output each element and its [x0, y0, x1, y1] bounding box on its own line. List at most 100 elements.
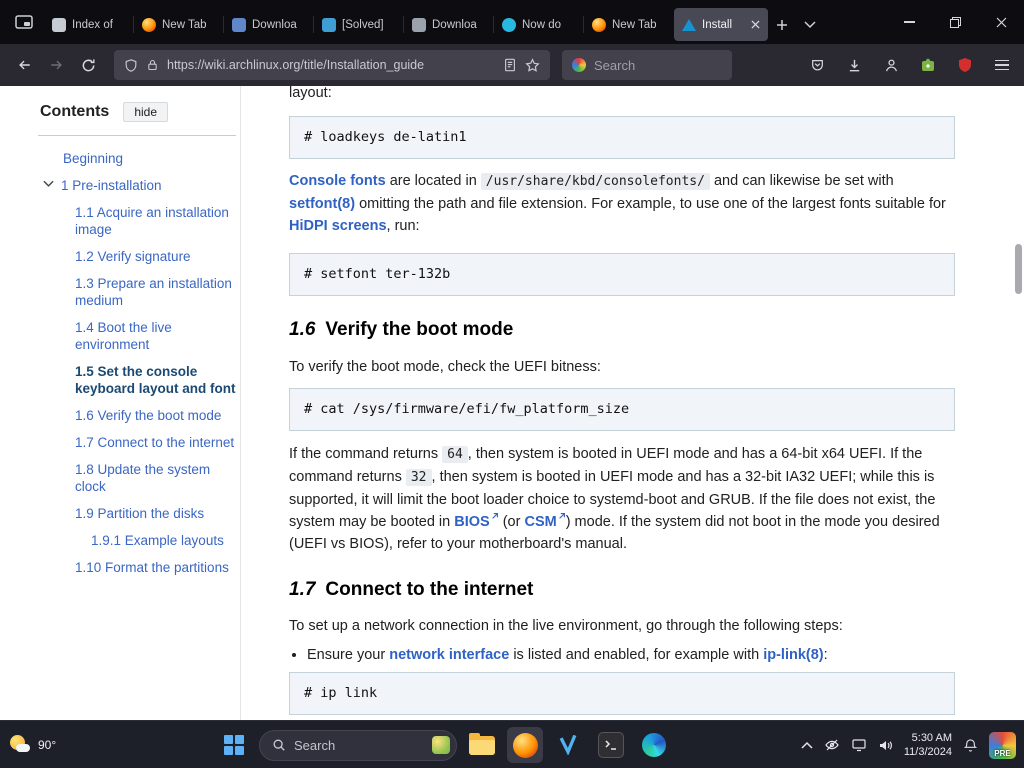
link-ip-link[interactable]: ip-link(8) — [763, 647, 823, 663]
tab-installation-guide-active[interactable]: Install — [674, 8, 768, 41]
tab-close-icon[interactable] — [751, 20, 760, 29]
text: , run: — [386, 218, 420, 234]
link-setfont[interactable]: setfont(8) — [289, 196, 355, 212]
tab-solved[interactable]: [Solved] — [313, 8, 404, 41]
firefox-view-icon — [15, 15, 33, 29]
windows-taskbar: 90° Search 5:30 AM 11/3/2024 PRE — [0, 720, 1024, 768]
tab-new-tab-2[interactable]: New Tab — [583, 8, 674, 41]
toc-item-1-9[interactable]: 1.9 Partition the disks — [38, 505, 236, 522]
text: : — [823, 647, 828, 663]
minimize-icon — [903, 21, 915, 23]
toc-item-1-6[interactable]: 1.6 Verify the boot mode — [38, 407, 236, 424]
start-button[interactable] — [216, 727, 252, 763]
toc-item-1-9-1[interactable]: 1.9.1 Example layouts — [38, 532, 236, 549]
browser-tab-bar: Index of New Tab Downloa [Solved] Downlo… — [0, 0, 1024, 44]
toc-item-1-8[interactable]: 1.8 Update the system clock — [38, 461, 236, 495]
toc-list: Beginning 1 Pre-installation 1.1 Acquire… — [38, 136, 236, 576]
pocket-button[interactable] — [803, 51, 831, 79]
tracking-protection-shield-icon — [125, 58, 137, 72]
taskbar-search-placeholder: Search — [294, 737, 336, 753]
close-window-button[interactable] — [978, 0, 1024, 44]
extension-puzzle-icon — [922, 58, 934, 71]
bookmark-star-icon[interactable] — [525, 57, 540, 73]
forward-button[interactable] — [40, 49, 72, 81]
terminal-button[interactable] — [593, 727, 629, 763]
toc-item-1-5-active[interactable]: 1.5 Set the console keyboard layout and … — [38, 363, 236, 397]
tab-label: New Tab — [612, 18, 657, 31]
link-network-interface[interactable]: network interface — [389, 647, 509, 663]
firefox-view-button[interactable] — [10, 8, 38, 36]
toc-item-1-10[interactable]: 1.10 Format the partitions — [38, 559, 236, 576]
firefox-taskbar-button[interactable] — [507, 727, 543, 763]
toc-item-pre-installation[interactable]: 1 Pre-installation — [61, 177, 162, 194]
blue-v-app-button[interactable] — [550, 727, 586, 763]
code-text: # loadkeys de-latin1 — [304, 129, 467, 145]
tab-label: Index of — [72, 18, 113, 31]
extension-button[interactable] — [914, 51, 942, 79]
link-bios[interactable]: BIOS — [454, 514, 489, 530]
tab-label: Now do — [522, 18, 561, 31]
taskbar-search[interactable]: Search — [259, 729, 457, 761]
search-bar[interactable]: Search — [562, 50, 732, 80]
edge-button[interactable] — [636, 727, 672, 763]
hidden-icons-chevron[interactable] — [801, 741, 813, 749]
clipped-paragraph: layout: — [289, 86, 332, 101]
display-tray-button[interactable] — [851, 738, 867, 752]
external-link-icon — [491, 512, 499, 520]
reader-view-icon[interactable] — [503, 58, 517, 72]
link-csm[interactable]: CSM — [524, 514, 556, 530]
restore-button[interactable] — [932, 0, 978, 44]
link-hidpi-screens[interactable]: HiDPI screens — [289, 218, 387, 234]
archlinux-favicon — [682, 18, 696, 31]
search-engine-icon — [572, 58, 586, 72]
volume-icon — [879, 740, 892, 750]
code-text: # setfont ter-132b — [304, 266, 451, 282]
url-bar[interactable]: https://wiki.archlinux.org/title/Install… — [114, 50, 550, 80]
notification-bell-button[interactable] — [963, 738, 978, 753]
minimize-button[interactable] — [886, 0, 932, 44]
tab-label: Downloa — [432, 18, 477, 31]
text: Ensure your — [307, 647, 390, 663]
link-console-fonts[interactable]: Console fonts — [289, 173, 386, 189]
menu-button[interactable] — [988, 51, 1016, 79]
code-block-ip-link: # ip link — [289, 672, 955, 715]
tab-download-1[interactable]: Downloa — [223, 8, 314, 41]
back-button[interactable] — [8, 49, 40, 81]
firefox-icon — [512, 732, 538, 758]
account-button[interactable] — [877, 51, 905, 79]
navigation-toolbar: https://wiki.archlinux.org/title/Install… — [0, 44, 1024, 86]
toc-item-1-4[interactable]: 1.4 Boot the live environment — [38, 319, 236, 353]
volume-tray-button[interactable] — [878, 739, 893, 752]
file-explorer-button[interactable] — [464, 727, 500, 763]
weather-widget[interactable]: 90° — [8, 721, 56, 769]
toc-hide-button[interactable]: hide — [123, 102, 169, 122]
downloads-button[interactable] — [840, 51, 868, 79]
taskbar-clock[interactable]: 5:30 AM 11/3/2024 — [904, 731, 952, 759]
toc-item-1-1[interactable]: 1.1 Acquire an installation image — [38, 204, 236, 238]
tab-new-tab-1[interactable]: New Tab — [133, 8, 224, 41]
tab-download-2[interactable]: Downloa — [403, 8, 494, 41]
reload-button[interactable] — [72, 49, 104, 81]
forum-favicon — [322, 17, 336, 32]
insider-preview-badge[interactable]: PRE — [989, 731, 1016, 759]
page-viewport: Contents hide Beginning 1 Pre-installati… — [0, 86, 1024, 720]
paragraph-network-setup: To set up a network connection in the li… — [289, 618, 843, 634]
new-tab-button[interactable] — [768, 11, 796, 39]
toolbar-right-icons — [803, 51, 1016, 79]
scrollbar-thumb[interactable] — [1015, 244, 1022, 294]
list-all-tabs-button[interactable] — [796, 11, 824, 39]
heading-text: Verify the boot mode — [325, 319, 514, 340]
ublock-button[interactable] — [951, 51, 979, 79]
toc-item-1-7[interactable]: 1.7 Connect to the internet — [38, 434, 236, 451]
toc-item-1-2[interactable]: 1.2 Verify signature — [38, 248, 236, 265]
collapse-chevron-icon[interactable] — [43, 180, 54, 188]
tab-index-of[interactable]: Index of — [44, 8, 134, 41]
toc-item-1-3[interactable]: 1.3 Prepare an installation medium — [38, 275, 236, 309]
toc-item-beginning[interactable]: Beginning — [38, 150, 236, 167]
tab-now-do[interactable]: Now do — [493, 8, 584, 41]
code-block-cat-platform-size: # cat /sys/firmware/efi/fw_platform_size — [289, 388, 955, 431]
eye-slash-tray-button[interactable] — [824, 738, 840, 752]
text: omitting the path and file extension. Fo… — [355, 196, 946, 212]
taskbar-center: Search — [216, 721, 672, 769]
weather-sun-icon — [8, 734, 32, 756]
